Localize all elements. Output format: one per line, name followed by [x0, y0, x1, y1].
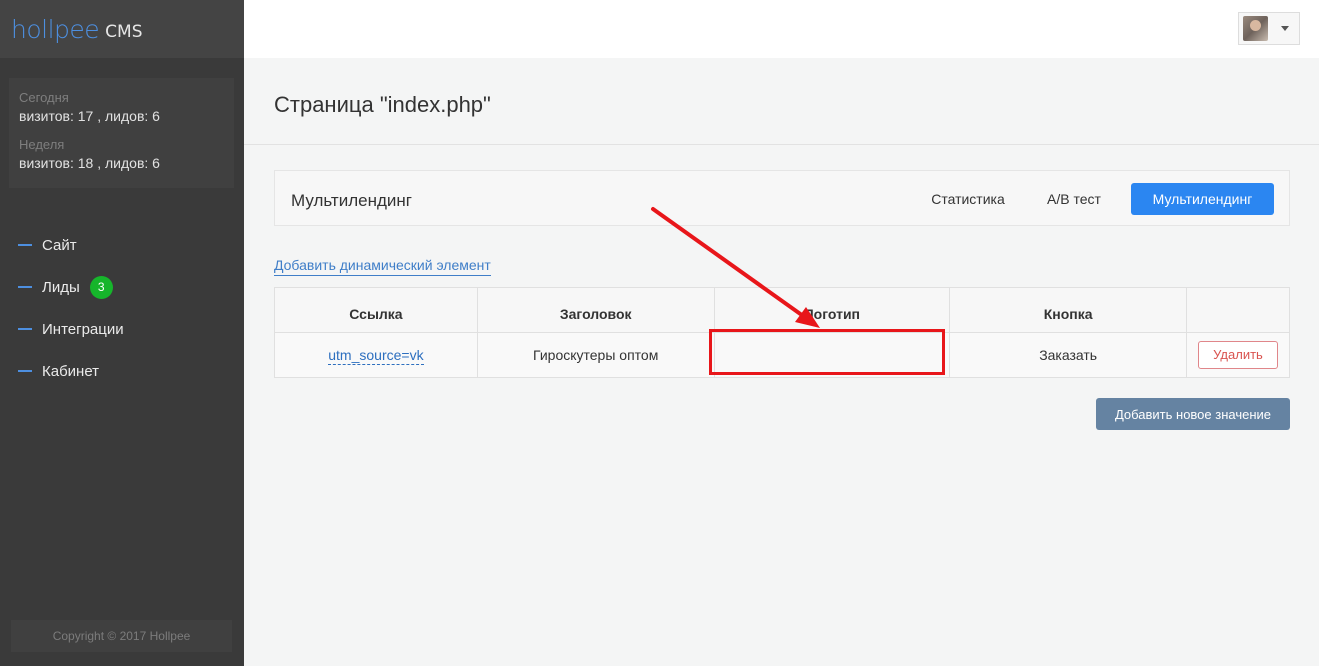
dash-icon [18, 244, 32, 246]
add-new-value-button[interactable]: Добавить новое значение [1096, 398, 1290, 430]
table-header-row: Ссылка Заголовок Логотип Кнопка [274, 287, 1290, 333]
stat-week: Неделя визитов: 18 , лидов: 6 [19, 136, 224, 173]
page-header: Страница "index.php" [244, 58, 1319, 145]
dash-icon [18, 328, 32, 330]
avatar [1243, 16, 1268, 41]
tab-statistics[interactable]: Статистика [923, 183, 1013, 215]
chevron-down-icon [1281, 26, 1289, 31]
logo-text: hollpee [11, 14, 100, 44]
annotation-highlight-box [709, 329, 945, 375]
logo-suffix: CMS [105, 22, 143, 42]
link-cell: utm_source=vk [274, 332, 478, 378]
copyright: Copyright © 2017 Hollpee [11, 620, 232, 652]
leads-count-badge: 3 [89, 275, 113, 299]
panel-title: Мультилендинг [291, 191, 412, 210]
stat-label: Сегодня [19, 90, 69, 105]
stat-value: визитов: 17 , лидов: 6 [19, 108, 160, 124]
actions-cell: Удалить [1186, 332, 1290, 378]
stats-panel: Сегодня визитов: 17 , лидов: 6 Неделя ви… [9, 78, 234, 188]
column-header: Логотип [713, 287, 951, 333]
stat-today: Сегодня визитов: 17 , лидов: 6 [19, 89, 224, 126]
top-bar [244, 0, 1319, 58]
sidebar-item-label: Интеграции [42, 320, 124, 338]
logo[interactable]: hollpee CMS [0, 0, 244, 58]
sidebar-item-site[interactable]: Сайт [0, 224, 244, 266]
user-menu-button[interactable] [1238, 12, 1300, 45]
column-header: Кнопка [949, 287, 1188, 333]
column-header: Ссылка [274, 287, 478, 333]
sidebar-item-label: Кабинет [42, 362, 100, 380]
multilanding-panel: Мультилендинг Статистика A/B тест Мульти… [274, 170, 1290, 226]
sidebar-item-integrations[interactable]: Интеграции [0, 308, 244, 350]
sidebar-nav: Сайт Лиды 3 Интеграции Кабинет [0, 224, 244, 392]
dash-icon [18, 286, 32, 288]
dash-icon [18, 370, 32, 372]
utm-link[interactable]: utm_source=vk [328, 347, 424, 365]
sidebar-item-label: Сайт [42, 236, 77, 254]
page-title: Страница "index.php" [274, 92, 491, 117]
add-dynamic-element-link[interactable]: Добавить динамический элемент [274, 257, 491, 276]
column-header [1186, 287, 1290, 333]
sidebar: hollpee CMS Сегодня визитов: 17 , лидов:… [0, 0, 244, 666]
sidebar-item-label: Лиды [42, 278, 80, 296]
stat-label: Неделя [19, 137, 65, 152]
title-cell[interactable]: Гироскутеры оптом [476, 332, 715, 378]
delete-button[interactable]: Удалить [1198, 341, 1278, 369]
button-cell[interactable]: Заказать [949, 332, 1188, 378]
stat-value: визитов: 18 , лидов: 6 [19, 155, 160, 171]
column-header: Заголовок [476, 287, 715, 333]
tab-multilanding[interactable]: Мультилендинг [1131, 183, 1274, 215]
sidebar-item-account[interactable]: Кабинет [0, 350, 244, 392]
sidebar-item-leads[interactable]: Лиды 3 [0, 266, 244, 308]
tab-ab-test[interactable]: A/B тест [1041, 183, 1107, 215]
